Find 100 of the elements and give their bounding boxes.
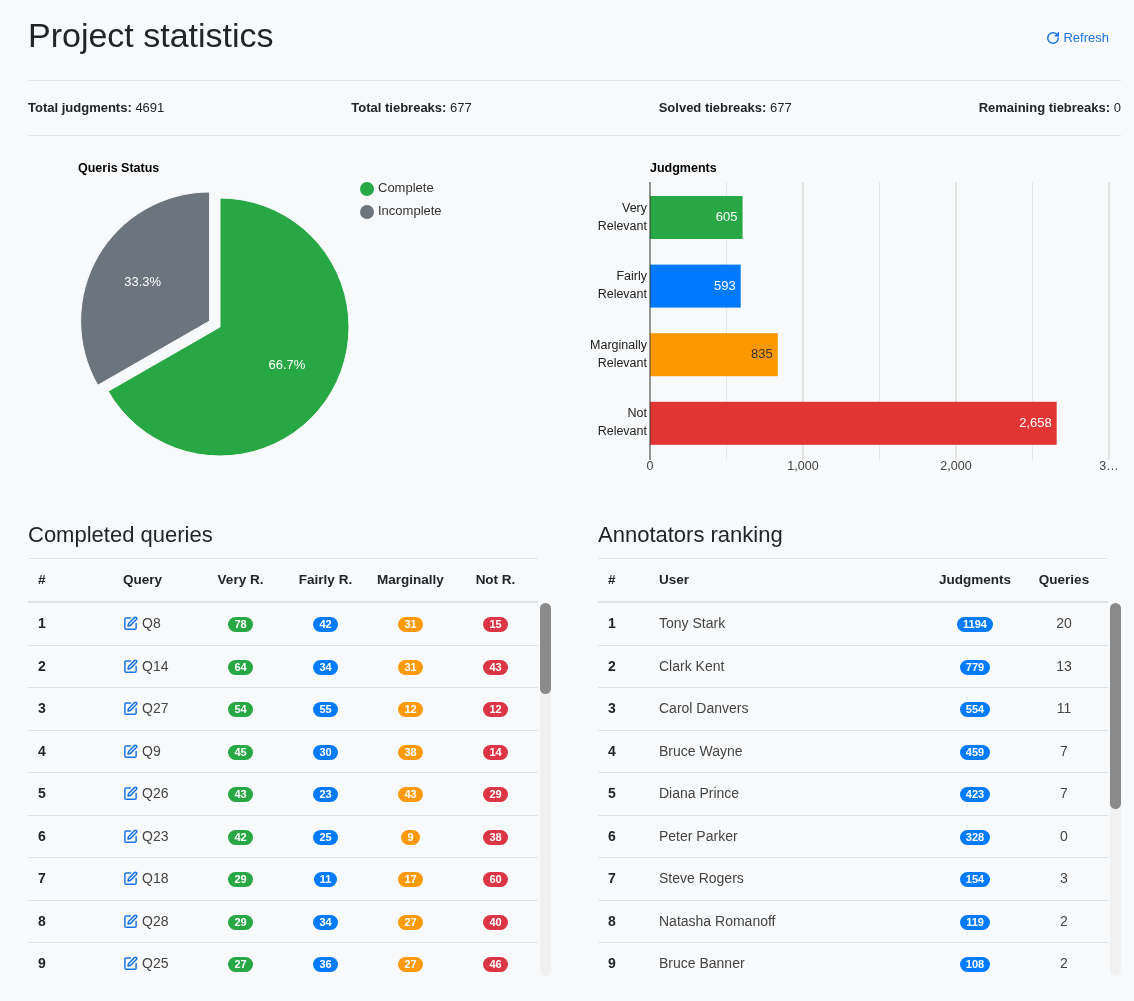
column-header: User [658,570,691,589]
count-badge: 17 [398,872,423,888]
column-header: Judgments [938,570,1012,589]
tick-label: 3… [1099,459,1119,473]
count-badge: 27 [228,957,253,973]
edit-icon[interactable] [123,871,138,887]
category-label: Not Relevant [597,406,647,439]
category-label: Marginally Relevant [590,338,647,370]
value-label: 2,658 [1019,414,1052,430]
rank-cell-text: 9 [37,954,46,974]
count-badge: 15 [483,617,508,633]
count-badge: 154 [959,872,991,888]
refresh-button[interactable]: Refresh [1046,28,1109,48]
count-badge: 43 [398,787,423,803]
column-header: Very R. [216,570,265,589]
user-name: Steve Rogers [658,869,744,889]
edit-icon[interactable] [123,658,138,674]
query-name: Q8 [142,614,161,634]
rank-cell-text: 4 [37,741,46,761]
count-badge: 23 [313,787,338,803]
count-badge: 45 [228,744,253,760]
edit-icon[interactable] [123,956,138,972]
column-header: # [37,570,47,589]
query-name: Q26 [142,784,169,804]
count-badge: 43 [228,787,253,803]
scrollbar-thumb[interactable] [1110,603,1121,809]
value-label: 66.7% [268,357,306,373]
count-badge: 54 [228,702,253,718]
value-label: 605 [715,208,738,224]
count-badge: 29 [228,914,253,930]
count-badge: 459 [959,744,991,760]
count-badge: 46 [483,957,508,973]
count-badge: 108 [959,957,991,973]
count-badge: 423 [959,787,991,803]
count-badge: 11 [313,872,338,888]
user-name: Carol Danvers [658,699,749,719]
queries-count: 0 [1060,826,1068,846]
legend-label: Complete [378,180,434,196]
edit-icon[interactable] [123,913,138,929]
stat-text: Total judgments: 4691 [28,99,165,118]
value-label: 33.3% [124,273,162,289]
rank-cell-text: 9 [607,954,616,974]
edit-icon[interactable] [123,786,138,802]
query-name: Q27 [142,699,169,719]
column-header: Query [122,570,164,589]
count-badge: 38 [398,744,423,760]
rank-cell-text: 3 [37,699,46,719]
queries-count: 11 [1056,699,1072,719]
rank-cell-text: 7 [37,869,46,889]
legend-label: Incomplete [378,203,442,219]
stat-text: Remaining tiebreaks: 0 [978,99,1121,118]
count-badge: 36 [313,957,338,973]
count-badge: 29 [228,872,253,888]
count-badge: 328 [959,829,991,845]
count-badge: 42 [228,829,253,845]
rank-cell-text: 8 [37,911,46,931]
count-badge: 779 [959,659,991,675]
rank-cell-text: 1 [607,614,616,634]
column-header: Queries [1037,570,1091,589]
edit-icon[interactable] [123,743,138,759]
count-badge: 27 [398,957,423,973]
count-badge: 34 [313,659,338,675]
count-badge: 554 [959,702,991,718]
count-badge: 64 [228,659,253,675]
refresh-icon [1046,30,1061,45]
edit-icon[interactable] [123,616,138,632]
rank-cell-text: 3 [607,699,616,719]
rank-cell-text: 4 [607,741,616,761]
scrollbar[interactable] [1110,603,1121,976]
rank-cell-text: 6 [607,826,616,846]
chart-title: Queris Status [78,161,160,175]
category-label: Fairly Relevant [597,269,647,302]
scrollbar[interactable] [540,603,551,976]
count-badge: 55 [313,702,338,718]
count-badge: 29 [483,787,508,803]
count-badge: 31 [398,659,423,675]
scrollbar-thumb[interactable] [540,603,551,694]
user-name: Tony Stark [658,614,726,634]
user-name: Diana Prince [658,784,740,804]
count-badge: 9 [401,829,420,845]
count-badge: 31 [398,617,423,633]
rank-cell-text: 7 [607,869,616,889]
queries-count: 3 [1060,869,1068,889]
tick-label: 1,000 [787,459,819,473]
user-name: Clark Kent [658,656,725,676]
edit-icon[interactable] [123,701,138,717]
rank-cell-text: 1 [37,614,46,634]
query-name: Q25 [142,954,169,974]
column-header: # [607,570,617,589]
count-badge: 60 [483,872,508,888]
rank-cell-text: 5 [37,784,46,804]
rank-cell-text: 5 [607,784,616,804]
count-badge: 14 [483,744,508,760]
count-badge: 1194 [957,617,993,633]
query-name: Q14 [142,656,169,676]
edit-icon[interactable] [123,828,138,844]
count-badge: 43 [483,659,508,675]
rank-cell-text: 2 [37,656,46,676]
query-name: Q23 [142,826,169,846]
count-badge: 30 [313,744,338,760]
